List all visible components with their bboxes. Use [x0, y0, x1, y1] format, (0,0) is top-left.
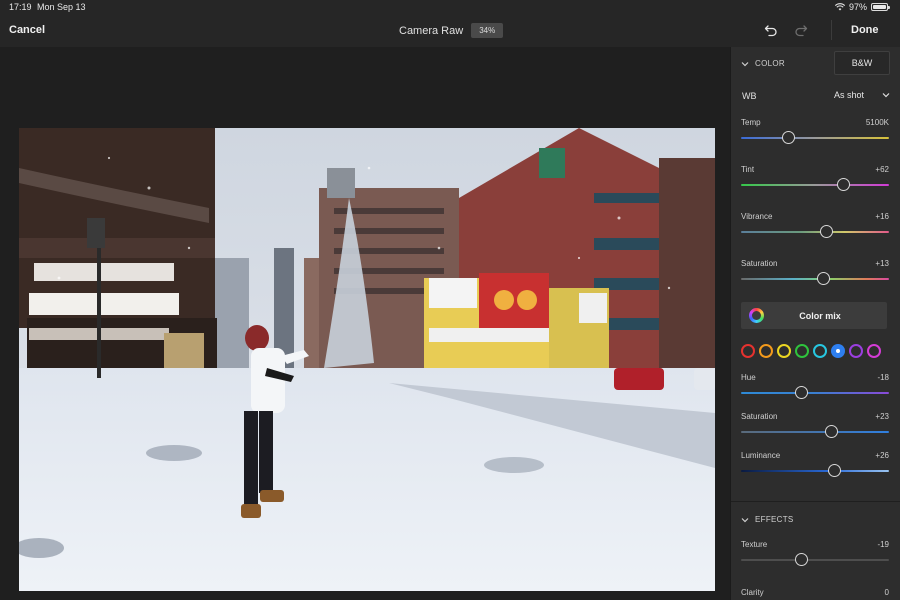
mix-saturation-slider[interactable]: Saturation +23	[741, 412, 889, 442]
slider-knob[interactable]	[827, 464, 841, 477]
wifi-icon	[834, 3, 845, 11]
status-right: 97%	[834, 2, 890, 12]
slider-track[interactable]	[741, 559, 889, 561]
title-group: Camera Raw 34%	[399, 23, 504, 38]
temp-slider[interactable]: Temp 5100K	[741, 118, 889, 148]
slider-label: Clarity	[741, 588, 764, 597]
color-swatch[interactable]	[831, 344, 845, 358]
chevron-down-icon	[741, 61, 749, 66]
slider-value: 5100K	[865, 118, 889, 127]
zoom-level-badge[interactable]: 34%	[471, 23, 504, 38]
section-divider	[731, 501, 900, 502]
saturation-slider[interactable]: Saturation +13	[741, 259, 889, 289]
color-swatch[interactable]	[741, 344, 755, 358]
slider-value: 0	[884, 588, 889, 597]
slider-value: +16	[875, 212, 889, 221]
done-button[interactable]: Done	[851, 24, 879, 36]
effects-section-label: EFFECTS	[755, 515, 794, 524]
slider-knob[interactable]	[836, 178, 850, 191]
canvas-area[interactable]	[0, 47, 730, 600]
slider-value: +62	[875, 165, 889, 174]
wb-value: As shot	[834, 90, 865, 100]
toolbar-divider	[831, 20, 832, 40]
color-section-label: COLOR	[755, 59, 785, 68]
color-swatch[interactable]	[813, 344, 827, 358]
slider-label: Saturation	[741, 259, 778, 268]
cancel-button[interactable]: Cancel	[9, 24, 45, 36]
slider-label: Tint	[741, 165, 755, 174]
clarity-slider[interactable]: Clarity 0	[741, 588, 889, 600]
tint-slider[interactable]: Tint +62	[741, 165, 889, 195]
color-swatch[interactable]	[867, 344, 881, 358]
slider-knob[interactable]	[795, 386, 809, 399]
slider-track[interactable]	[741, 431, 889, 433]
battery-percent: 97%	[848, 2, 867, 12]
camera-raw-app: 17:19 Mon Sep 13 97% Cancel Camera Raw 3…	[0, 0, 900, 600]
app-title: Camera Raw	[399, 24, 464, 37]
color-swatch[interactable]	[777, 344, 791, 358]
slider-track[interactable]	[741, 278, 889, 280]
slider-track[interactable]	[741, 137, 889, 139]
top-toolbar: Cancel Camera Raw 34% Done	[0, 14, 900, 47]
slider-value: -18	[877, 373, 889, 382]
photo-preview[interactable]	[19, 128, 715, 591]
slider-track[interactable]	[741, 470, 889, 472]
slider-label: Vibrance	[741, 212, 773, 221]
slider-knob[interactable]	[781, 131, 795, 144]
battery-fill	[873, 5, 886, 9]
color-swatch[interactable]	[759, 344, 773, 358]
undo-icon[interactable]	[764, 23, 778, 37]
status-date: Mon Sep 13	[37, 2, 86, 12]
color-mix-button[interactable]: Color mix	[741, 302, 887, 329]
slider-track[interactable]	[741, 231, 889, 233]
slider-value: -19	[877, 540, 889, 549]
effects-section-toggle[interactable]: EFFECTS	[741, 515, 794, 524]
wb-label: WB	[742, 91, 757, 101]
slider-track[interactable]	[741, 392, 889, 394]
status-time: 17:19	[9, 2, 32, 12]
redo-icon[interactable]	[794, 23, 808, 37]
slider-label: Temp	[741, 118, 761, 127]
slider-value: +23	[875, 412, 889, 421]
wb-dropdown[interactable]: As shot	[834, 88, 890, 102]
slider-knob[interactable]	[824, 425, 838, 438]
color-swatch[interactable]	[795, 344, 809, 358]
slider-knob[interactable]	[820, 225, 834, 238]
slider-label: Hue	[741, 373, 756, 382]
vibrance-slider[interactable]: Vibrance +16	[741, 212, 889, 242]
texture-slider[interactable]: Texture -19	[741, 540, 889, 570]
slider-value: +26	[875, 451, 889, 460]
color-swatch[interactable]	[849, 344, 863, 358]
slider-knob[interactable]	[795, 553, 809, 566]
slider-knob[interactable]	[817, 272, 831, 285]
luminance-slider[interactable]: Luminance +26	[741, 451, 889, 481]
chevron-down-icon	[741, 517, 749, 522]
color-section-toggle[interactable]: COLOR	[741, 59, 785, 68]
bw-button[interactable]: B&W	[834, 51, 890, 75]
chevron-down-icon	[882, 93, 890, 98]
slider-label: Saturation	[741, 412, 778, 421]
status-bar: 17:19 Mon Sep 13 97%	[0, 0, 900, 14]
snowy-street-photo	[19, 128, 715, 591]
slider-label: Texture	[741, 540, 768, 549]
slider-label: Luminance	[741, 451, 781, 460]
slider-value: +13	[875, 259, 889, 268]
hue-slider[interactable]: Hue -18	[741, 373, 889, 403]
slider-track[interactable]	[741, 184, 889, 186]
color-wheel-icon	[749, 308, 764, 323]
battery-icon	[871, 3, 890, 11]
color-swatches	[741, 344, 881, 358]
edit-panel: COLOR B&W WB As shot Temp 5100K Tint +62…	[730, 47, 900, 600]
